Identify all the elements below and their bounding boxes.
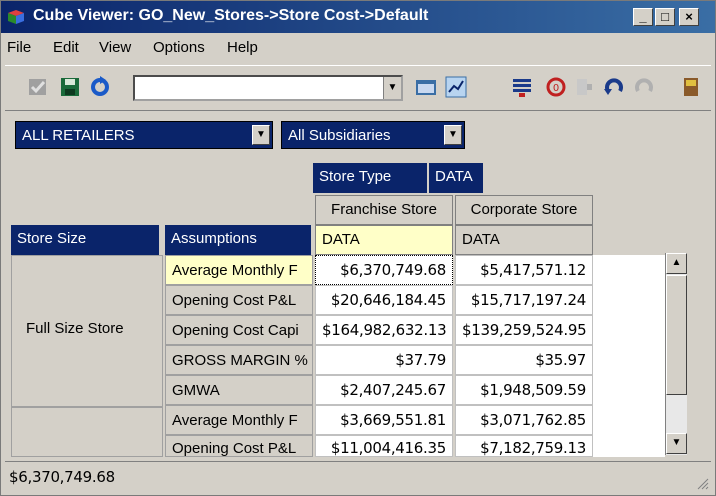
retailer-filter[interactable]: ALL RETAILERS ▼	[15, 121, 273, 149]
undo-icon[interactable]	[603, 76, 625, 98]
data-cell-corporate[interactable]: $15,717,197.24	[455, 285, 593, 315]
window-title: Cube Viewer: GO_New_Stores->Store Cost->…	[33, 7, 429, 24]
status-bar: $6,370,749.68	[5, 461, 711, 492]
cube-viewer-window: Cube Viewer: GO_New_Stores->Store Cost->…	[0, 0, 716, 496]
data-cell-corporate[interactable]: $1,948,509.59	[455, 375, 593, 405]
retailer-filter-value: ALL RETAILERS	[22, 127, 135, 144]
redo-icon[interactable]	[633, 76, 655, 98]
menu-file[interactable]: File	[7, 39, 31, 56]
menu-bar: File Edit View Options Help	[1, 35, 715, 61]
grid-empty-area	[593, 255, 665, 457]
scroll-thumb[interactable]	[666, 275, 687, 395]
data-cell-franchise[interactable]: $3,669,551.81	[315, 405, 453, 435]
column-dimension-selection[interactable]: DATA	[429, 163, 483, 193]
menu-view[interactable]: View	[99, 39, 131, 56]
commit-icon[interactable]	[27, 76, 49, 98]
data-cell-franchise[interactable]: $11,004,416.35	[315, 435, 453, 457]
data-cell-franchise[interactable]: $2,407,245.67	[315, 375, 453, 405]
data-cell-corporate[interactable]: $35.97	[455, 345, 593, 375]
save-icon[interactable]	[59, 76, 81, 98]
minimize-button[interactable]: _	[633, 8, 653, 26]
row-label[interactable]: Opening Cost P&L	[165, 435, 313, 457]
chevron-down-icon[interactable]: ▼	[444, 125, 462, 145]
data-cell-corporate[interactable]: $3,071,762.85	[455, 405, 593, 435]
row-label[interactable]: Opening Cost P&L	[165, 285, 313, 315]
row-group-label: Full Size Store	[26, 320, 124, 337]
subsidiary-filter-value: All Subsidiaries	[288, 127, 391, 144]
column-header-corporate[interactable]: Corporate Store	[455, 195, 593, 225]
recalculate-icon[interactable]	[89, 76, 111, 98]
column-subheader-franchise[interactable]: DATA	[315, 225, 453, 255]
row-dimension-store-size[interactable]: Store Size	[11, 225, 159, 255]
data-cell-franchise[interactable]: $37.79	[315, 345, 453, 375]
view-combo[interactable]: ▼	[133, 75, 403, 101]
open-view-icon[interactable]	[415, 76, 437, 98]
data-cell-corporate[interactable]: $139,259,524.95	[455, 315, 593, 345]
drill-icon[interactable]	[573, 76, 595, 98]
column-header-franchise[interactable]: Franchise Store	[315, 195, 453, 225]
toolbar: ▼ 0	[5, 65, 711, 111]
chevron-down-icon[interactable]: ▼	[383, 77, 401, 99]
vertical-scrollbar[interactable]: ▲ ▼	[665, 253, 687, 455]
suppress-zeros-icon[interactable]: 0	[545, 76, 567, 98]
data-cell-franchise[interactable]: $20,646,184.45	[315, 285, 453, 315]
resize-grip-icon[interactable]	[695, 476, 709, 490]
row-label[interactable]: Opening Cost Capi	[165, 315, 313, 345]
data-cell-corporate[interactable]: $7,182,759.13	[455, 435, 593, 457]
svg-text:0: 0	[553, 83, 559, 94]
menu-options[interactable]: Options	[153, 39, 205, 56]
row-group-full-size-store[interactable]: Full Size Store	[11, 255, 163, 407]
row-label[interactable]: GMWA	[165, 375, 313, 405]
data-cell-franchise[interactable]: $164,982,632.13	[315, 315, 453, 345]
row-label[interactable]: Average Monthly F	[165, 405, 313, 435]
subsidiary-filter[interactable]: All Subsidiaries ▼	[281, 121, 465, 149]
data-cell-corporate[interactable]: $5,417,571.12	[455, 255, 593, 285]
cube-icon	[8, 10, 24, 24]
title-bar[interactable]: Cube Viewer: GO_New_Stores->Store Cost->…	[1, 1, 715, 33]
chevron-down-icon[interactable]: ▼	[252, 125, 270, 145]
maximize-button[interactable]: □	[655, 8, 675, 26]
row-group-next[interactable]	[11, 407, 163, 457]
format-icon[interactable]	[511, 76, 533, 98]
scroll-down-icon[interactable]: ▼	[666, 433, 687, 454]
data-cell-franchise[interactable]: $6,370,749.68	[315, 255, 453, 285]
menu-help[interactable]: Help	[227, 39, 258, 56]
row-label[interactable]: GROSS MARGIN %	[165, 345, 313, 375]
status-value: $6,370,749.68	[9, 468, 115, 486]
close-button[interactable]: ×	[679, 8, 699, 26]
row-dimension-assumptions[interactable]: Assumptions	[165, 225, 311, 255]
row-label[interactable]: Average Monthly F	[165, 255, 313, 285]
automatic-recalc-icon[interactable]	[445, 76, 467, 98]
column-subheader-corporate[interactable]: DATA	[455, 225, 593, 255]
column-dimension-store-type[interactable]: Store Type	[313, 163, 427, 193]
export-icon[interactable]	[681, 76, 703, 98]
scroll-up-icon[interactable]: ▲	[666, 253, 687, 274]
menu-edit[interactable]: Edit	[53, 39, 79, 56]
